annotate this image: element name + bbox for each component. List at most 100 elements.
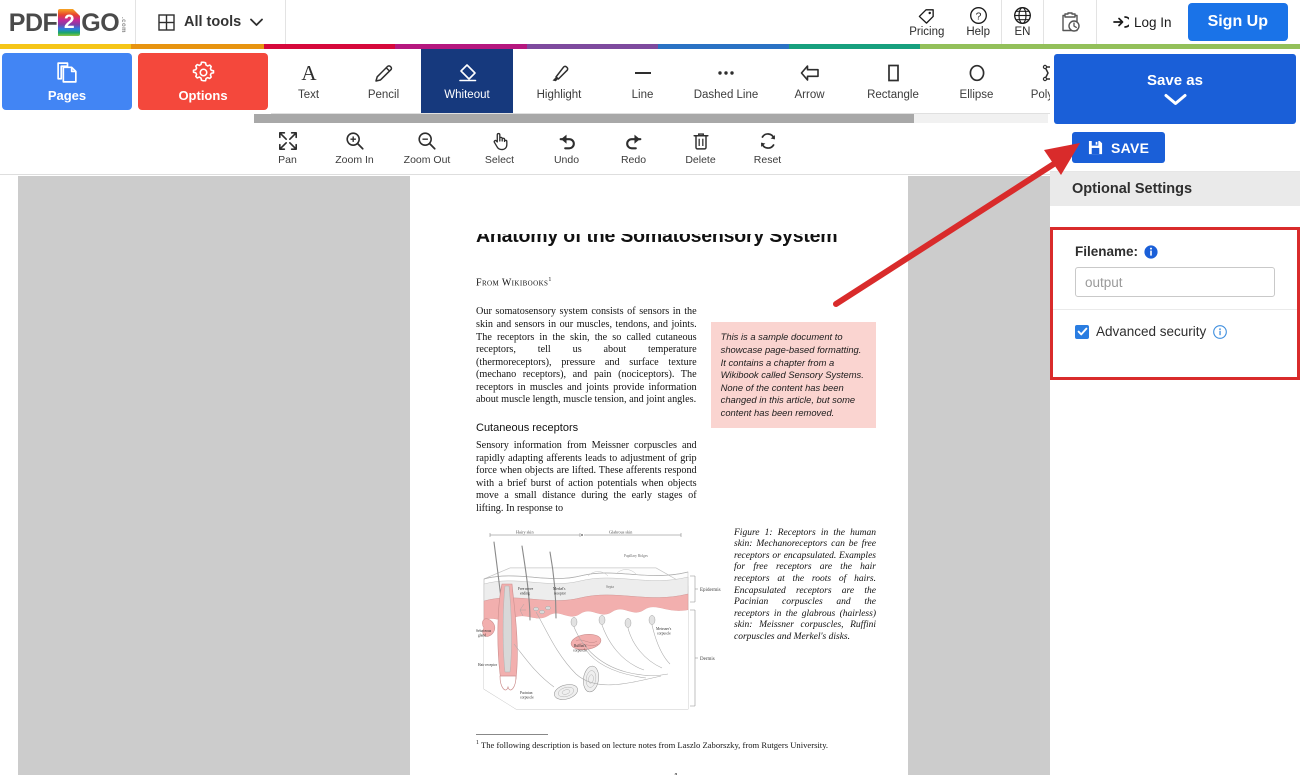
figure-label-meissner-corpuscle-2: corpuscle [657,631,671,635]
figure-label-glabrous-skin: Glabrous skin [609,529,633,534]
document-heading-cutaneous-receptors: Cutaneous receptors [476,422,579,435]
action-zoom-out-label: Zoom Out [403,154,451,166]
figure-label-merkel-receptor-2: receptor [554,591,567,595]
figure-caption: Figure 1: Receptors in the human skin: M… [734,527,876,642]
document-footnote: 1 The following description is based on … [476,740,876,750]
brand-logo[interactable]: PDF 2 GO .com [0,0,136,44]
pages-button[interactable]: Pages [2,53,132,110]
document-workspace[interactable]: Anatomy of the Somatosensory System From… [18,176,1050,775]
document-paragraph-1: Our somatosensory system consists of sen… [476,306,697,406]
login-button[interactable]: Log In [1097,15,1188,30]
document-source-footnote-marker: 1 [548,277,552,283]
advanced-security-checkbox[interactable] [1075,324,1089,339]
figure-label-ruffini-corpuscle-2: corpuscle [573,648,587,652]
header-item-help[interactable]: ? Help [955,0,1001,44]
action-reset[interactable]: Reset [734,131,801,166]
pages-icon [56,62,77,83]
action-zoom-in-label: Zoom In [335,154,374,166]
tool-rectangle[interactable]: Rectangle [847,49,939,114]
skin-cross-section-figure: Hairy skin Glabrous skin Epidermis Dermi… [476,529,721,709]
svg-text:A: A [301,61,317,85]
document-source: From Wikibooks1 [476,277,876,288]
question-circle-icon: ? [969,7,987,24]
save-as-dropdown[interactable]: Save as [1054,54,1296,124]
zoom-out-icon [418,132,436,150]
toolbar-scrollbar-track[interactable] [254,114,1048,123]
figure-label-pacinian-corpuscle: Pacinian [520,691,533,695]
pdf-page[interactable]: Anatomy of the Somatosensory System From… [410,176,908,775]
tool-highlight[interactable]: Highlight [513,49,605,114]
svg-text:?: ? [975,12,981,23]
tool-pencil[interactable]: Pencil [346,49,421,114]
signup-button[interactable]: Sign Up [1187,3,1288,41]
chevron-down-icon [250,18,264,26]
tool-arrow-label: Arrow [794,89,825,101]
tool-line[interactable]: Line [605,49,680,114]
tool-rectangle-label: Rectangle [867,89,919,101]
undo-icon [559,134,575,150]
arrow-left-icon [800,65,819,81]
figure-label-sebaceous-gland-2: gland [478,633,486,637]
action-pan-label: Pan [278,154,297,166]
action-reset-label: Reset [753,154,782,166]
logo-text-right: GO [81,8,120,37]
save-as-label: Save as [1147,72,1203,89]
app-header: PDF 2 GO .com All tools Pricing ? Help E… [0,0,1300,44]
trash-icon [692,133,709,150]
document-paragraph-2: Sensory information from Meissner corpus… [476,440,697,515]
text-icon: A [301,61,317,85]
tool-dashed-line-label: Dashed Line [693,89,759,101]
tool-ellipse[interactable]: Ellipse [939,49,1014,114]
pan-icon [278,132,297,150]
hand-pointer-icon [493,132,507,151]
login-label: Log In [1134,14,1172,30]
action-delete[interactable]: Delete [667,131,734,166]
editor-action-toolbar: Pan Zoom In Zoom Out Select Undo Redo De… [0,123,1050,175]
action-zoom-out[interactable]: Zoom Out [388,131,466,166]
action-select[interactable]: Select [466,131,533,166]
header-item-history[interactable] [1044,0,1096,44]
logo-text-left: PDF [8,8,58,37]
advanced-security-row[interactable]: Advanced security [1053,310,1297,353]
toolbar-scrollbar-thumb[interactable] [254,114,914,123]
clipboard-clock-icon [1062,12,1080,32]
tool-whiteout[interactable]: Whiteout [421,49,513,114]
advanced-security-label: Advanced security [1096,324,1207,339]
all-tools-menu[interactable]: All tools [136,0,287,44]
filename-setting-row: Filename: [1053,230,1297,310]
filename-label: Filename: [1075,244,1139,259]
save-button[interactable]: SAVE [1072,132,1166,163]
figure-label-sebaceous-gland: Sebaceous [476,629,492,633]
document-title-clip: Anatomy of the Somatosensory System [476,234,876,251]
action-zoom-in[interactable]: Zoom In [321,131,388,166]
info-outline-icon[interactable] [1213,324,1228,339]
checkmark-icon [1077,327,1087,336]
save-button-label: SAVE [1111,139,1150,156]
dashed-line-icon [718,71,734,75]
figure-label-dermis: Dermis [700,657,715,662]
tool-dashed-line[interactable]: Dashed Line [680,49,772,114]
document-left-column: Our somatosensory system consists of sen… [476,306,697,515]
logo-badge-text: 2 [64,11,75,33]
zoom-in-icon [345,132,364,150]
action-pan[interactable]: Pan [254,131,321,166]
action-undo-label: Undo [553,154,580,166]
tool-arrow[interactable]: Arrow [772,49,847,114]
action-redo[interactable]: Redo [600,131,667,166]
tool-text-label: Text [297,89,320,101]
tool-text[interactable]: A Text [271,49,346,114]
login-arrow-icon [1113,16,1130,28]
filename-input[interactable] [1075,267,1275,297]
header-item-pricing[interactable]: Pricing [898,0,955,44]
action-undo[interactable]: Undo [533,131,600,166]
figure-label-papillary-ridges: Papillary Ridges [624,554,648,558]
info-icon[interactable] [1144,244,1158,259]
figure-label-free-nerve-ending-2: ending [520,591,530,595]
tool-highlight-label: Highlight [536,89,582,101]
options-button[interactable]: Options [138,53,268,110]
header-item-help-label: Help [966,26,991,38]
document-columns: Our somatosensory system consists of sen… [476,306,876,515]
header-item-language[interactable]: EN [1002,0,1043,44]
figure-label-epidermis: Epidermis [700,588,721,593]
document-content: Anatomy of the Somatosensory System From… [476,234,876,775]
